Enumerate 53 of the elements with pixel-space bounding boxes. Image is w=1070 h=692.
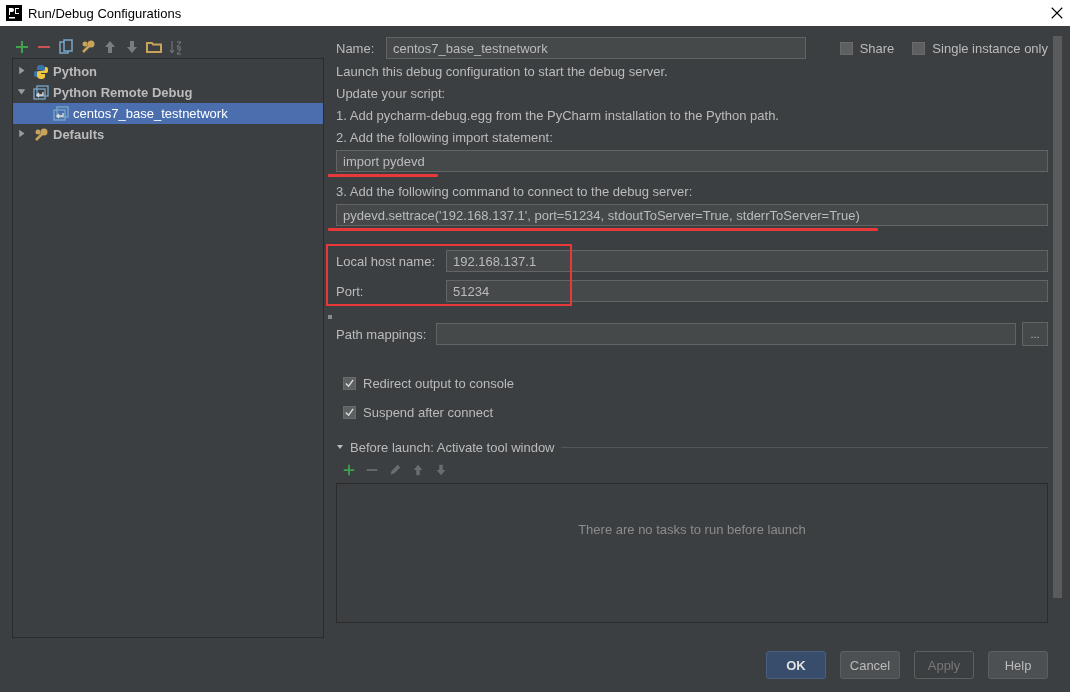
app-logo-icon bbox=[6, 5, 22, 21]
checkbox[interactable] bbox=[343, 406, 356, 419]
name-label: Name: bbox=[336, 40, 376, 56]
instruction-text: 2. Add the following import statement: bbox=[336, 128, 554, 147]
down-arrow-icon[interactable] bbox=[124, 39, 140, 55]
checkbox-label: Suspend after connect bbox=[363, 405, 494, 420]
text-field[interactable]: 192.168.137.1 bbox=[446, 250, 1048, 272]
checkbox[interactable] bbox=[839, 41, 853, 55]
field-label: Port: bbox=[336, 283, 365, 299]
close-icon[interactable] bbox=[1050, 6, 1064, 20]
debug-config-icon bbox=[53, 105, 69, 122]
checkbox-label: Single instance only bbox=[932, 40, 1048, 56]
dialog-button[interactable]: OK bbox=[766, 651, 826, 679]
debug-config-icon bbox=[33, 84, 49, 101]
collapse-arrow-icon[interactable] bbox=[336, 443, 344, 451]
section-title: Before launch: Activate tool window bbox=[350, 439, 555, 455]
instruction-text: Update your script: bbox=[336, 84, 447, 103]
wrench-icon bbox=[33, 126, 49, 143]
scrollbar[interactable] bbox=[1053, 36, 1062, 598]
dialog-button[interactable]: Cancel bbox=[840, 651, 900, 679]
empty-message: There are no tasks to run before launch bbox=[578, 522, 806, 538]
add-icon[interactable] bbox=[14, 39, 30, 55]
tree-item[interactable]: centos7_base_testnetwork bbox=[13, 103, 323, 124]
checkbox-label: Share bbox=[859, 40, 895, 56]
dialog-button[interactable]: Help bbox=[988, 651, 1048, 679]
name-field[interactable]: centos7_base_testnetwork bbox=[386, 37, 806, 59]
up-arrow-icon[interactable] bbox=[411, 463, 425, 477]
tree-item[interactable]: Defaults bbox=[13, 124, 323, 145]
up-arrow-icon[interactable] bbox=[102, 39, 118, 55]
tree-item[interactable]: Python Remote Debug bbox=[13, 82, 323, 103]
copy-icon[interactable] bbox=[58, 39, 74, 55]
wrench-icon[interactable] bbox=[80, 39, 96, 55]
instruction-text: 1. Add pycharm-debug.egg from the PyCharm installation to the Python path. bbox=[336, 106, 780, 125]
folder-icon[interactable] bbox=[146, 39, 162, 55]
checkbox[interactable] bbox=[912, 41, 926, 55]
code-field[interactable]: pydevd.settrace('192.168.137.1', port=51234, stdoutToServer=True, stderrToServer=True) bbox=[336, 204, 1048, 226]
field-label: Path mappings: bbox=[336, 326, 427, 342]
sort-icon[interactable] bbox=[168, 39, 184, 55]
checkbox[interactable] bbox=[343, 377, 356, 390]
field-label: Local host name: bbox=[336, 253, 436, 269]
code-field[interactable]: import pydevd bbox=[336, 150, 1048, 172]
pencil-icon[interactable] bbox=[388, 463, 402, 477]
browse-button[interactable]: ... bbox=[1022, 322, 1048, 346]
tree-item[interactable]: Python bbox=[13, 61, 323, 82]
down-arrow-icon[interactable] bbox=[434, 463, 448, 477]
python-icon bbox=[33, 63, 49, 80]
add-icon[interactable] bbox=[342, 463, 356, 477]
text-field[interactable]: 51234 bbox=[446, 280, 1048, 302]
window-title: Run/Debug Configurations bbox=[28, 5, 183, 21]
instruction-text: Launch this debug configuration to start the debug server. bbox=[336, 62, 669, 81]
instruction-text: 3. Add the following command to connect to the debug server: bbox=[336, 182, 694, 201]
checkbox-label: Redirect output to console bbox=[363, 376, 515, 391]
path-mappings-field[interactable] bbox=[436, 323, 1016, 345]
